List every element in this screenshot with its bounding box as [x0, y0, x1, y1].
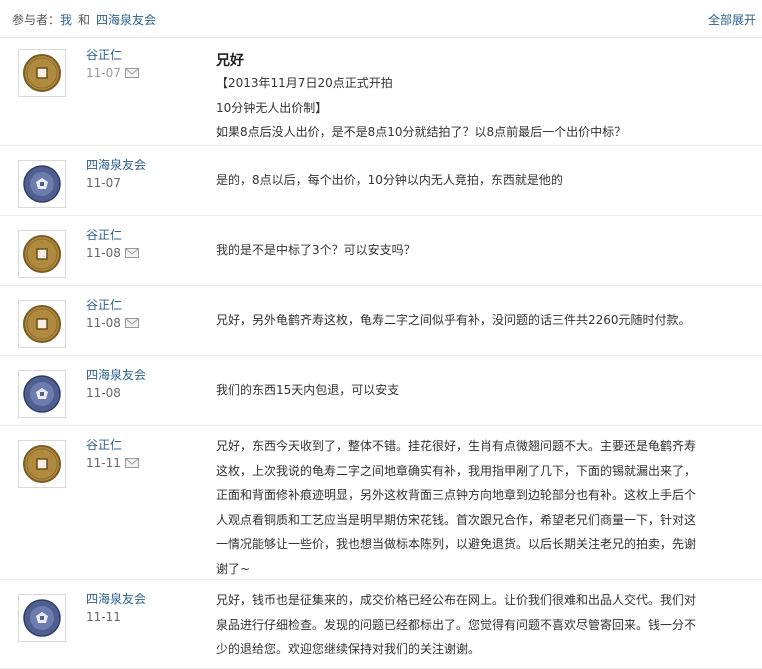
author-link[interactable]: 四海泉友会 [86, 156, 146, 173]
coin-avatar[interactable]: · [18, 300, 66, 348]
message-date: 11-11 [86, 610, 121, 624]
svg-text:·: · [41, 310, 43, 317]
content-line: 兄好，另外龟鹤齐寿这枚，龟寿二字之间似乎有补，没问题的话三件共2260元随时付款… [216, 313, 691, 327]
coin-avatar[interactable]: · [18, 440, 66, 488]
date-text: 11-07 [86, 66, 121, 80]
content-line: 泉品进行仔细检查。发现的问题已经都标出了。您觉得有问题不喜欢尽管寄回来。钱一分不 [216, 617, 697, 632]
message-content: 【2013年11月7日20点正式开拍 10分钟无人出价制】如果8点后没人出价，是不… [216, 71, 706, 145]
author-link[interactable]: 谷正仁 [86, 46, 122, 63]
date-text: 11-08 [86, 386, 121, 400]
coin-avatar[interactable]: · [18, 49, 66, 97]
mail-icon[interactable] [124, 247, 139, 261]
participants-line: 参与者：我和四海泉友会 [12, 11, 156, 28]
club-logo-avatar[interactable] [18, 594, 66, 642]
author-link[interactable]: 谷正仁 [86, 296, 122, 313]
author-link[interactable]: 四海泉友会 [86, 590, 146, 607]
content-line: 10分钟无人出价制】 [216, 100, 328, 115]
message-row: 四海泉友会 11-08 我们的东西15天内包退，可以安支 [0, 356, 762, 426]
author-link[interactable]: 谷正仁 [86, 226, 122, 243]
content-line: 正面和背面修补痕迹明显，另外这枚背面三点钟方向地章到边轮部分也有补。这枚上手后个 [216, 488, 697, 503]
svg-text:·: · [41, 59, 43, 66]
conversation-header: 参与者：我和四海泉友会 全部展开 [0, 0, 762, 38]
message-date: 11-07 [86, 66, 139, 81]
content-line: 一情况能够让一些价，我也想当做标本陈列，以避免退货。以后长期关注老兄的拍卖，先谢 [216, 537, 697, 552]
mail-icon[interactable] [124, 67, 139, 81]
coin-avatar[interactable]: · [18, 230, 66, 278]
date-text: 11-07 [86, 176, 121, 190]
content-line: 人观点看铜质和工艺应当是明早期仿宋花钱。首次跟兄合作，希望老兄们商量一下，针对这 [216, 512, 697, 527]
mail-icon[interactable] [124, 317, 139, 331]
svg-text:·: · [41, 450, 43, 457]
message-content: 我们的东西15天内包退，可以安支 [216, 378, 706, 403]
message-content: 兄好，另外龟鹤齐寿这枚，龟寿二字之间似乎有补，没问题的话三件共2260元随时付款… [216, 308, 706, 333]
message-row: · 谷正仁 11-08 我的是不是中标了3个？可以安支吗？ [0, 216, 762, 286]
club-logo-avatar[interactable] [18, 160, 66, 208]
date-text: 11-08 [86, 316, 121, 330]
message-row: 四海泉友会 11-11 兄好，钱币也是征集来的，成交价格已经公布在网上。让价我们很难… [0, 580, 762, 669]
content-line: 兄好，东西今天收到了，整体不错。挂花很好，生肖有点微翘问题不大。主要还是龟鹤齐寿 [216, 439, 697, 453]
content-line: 【2013年11月7日20点正式开拍 [216, 76, 393, 90]
expand-all-link[interactable]: 全部展开 [708, 11, 756, 28]
participant-other-link[interactable]: 四海泉友会 [96, 13, 156, 27]
message-row: · 谷正仁 11-08 兄好，另外龟鹤齐寿这枚，龟寿二字之间似乎有补，没问题的话三件共… [0, 286, 762, 356]
content-line: 少的退给您。欢迎您继续保持对我们的关注谢谢。 [216, 642, 481, 657]
message-row: 四海泉友会 11-07 是的，8点以后，每个出价，10分钟以内无人竞拍，东西就是他的 [0, 146, 762, 216]
svg-text:·: · [41, 240, 43, 247]
club-logo-avatar[interactable] [18, 370, 66, 418]
message-date: 11-07 [86, 176, 121, 190]
content-line: 兄好，钱币也是征集来的，成交价格已经公布在网上。让价我们很难和出品人交代。我们对 [216, 593, 697, 607]
content-line: 我们的东西15天内包退，可以安支 [216, 383, 400, 397]
content-line: 如果8点后没人出价，是不是8点10分就结拍了？以8点前最后一个出价中标？ [216, 125, 627, 140]
participants-label: 参与者： [12, 13, 61, 27]
message-content: 兄好，东西今天收到了，整体不错。挂花很好，生肖有点微翘问题不大。主要还是龟鹤齐寿… [216, 434, 706, 582]
participant-me-link[interactable]: 我 [60, 13, 72, 27]
message-date: 11-08 [86, 246, 139, 261]
message-row: · 谷正仁 11-11 兄好，东西今天收到了，整体不错。挂花很好，生肖有点微翘问题不大… [0, 426, 762, 580]
message-subject: 兄好 [216, 53, 244, 69]
mail-icon[interactable] [124, 457, 139, 471]
author-link[interactable]: 谷正仁 [86, 436, 122, 453]
message-date: 11-08 [86, 386, 121, 400]
content-line: 谢了~ [216, 561, 251, 576]
message-content: 是的，8点以后，每个出价，10分钟以内无人竞拍，东西就是他的 [216, 168, 706, 193]
message-content: 我的是不是中标了3个？可以安支吗？ [216, 238, 706, 263]
date-text: 11-11 [86, 456, 121, 470]
message-content: 兄好，钱币也是征集来的，成交价格已经公布在网上。让价我们很难和出品人交代。我们对… [216, 588, 706, 662]
date-text: 11-11 [86, 610, 121, 624]
date-text: 11-08 [86, 246, 121, 260]
and-text: 和 [78, 13, 91, 27]
author-link[interactable]: 四海泉友会 [86, 366, 146, 383]
message-row: · 谷正仁 11-07 兄好【2013年11月7日20点正式开拍 10分钟无人出价制】如… [0, 38, 762, 146]
message-date: 11-08 [86, 316, 139, 331]
content-line: 我的是不是中标了3个？可以安支吗？ [216, 243, 416, 257]
content-line: 是的，8点以后，每个出价，10分钟以内无人竞拍，东西就是他的 [216, 173, 563, 187]
content-line: 这枚，上次我说的龟寿二字之间地章确实有补，我用指甲剐了几下，下面的锡就漏出来了， [216, 463, 697, 478]
message-date: 11-11 [86, 456, 139, 471]
